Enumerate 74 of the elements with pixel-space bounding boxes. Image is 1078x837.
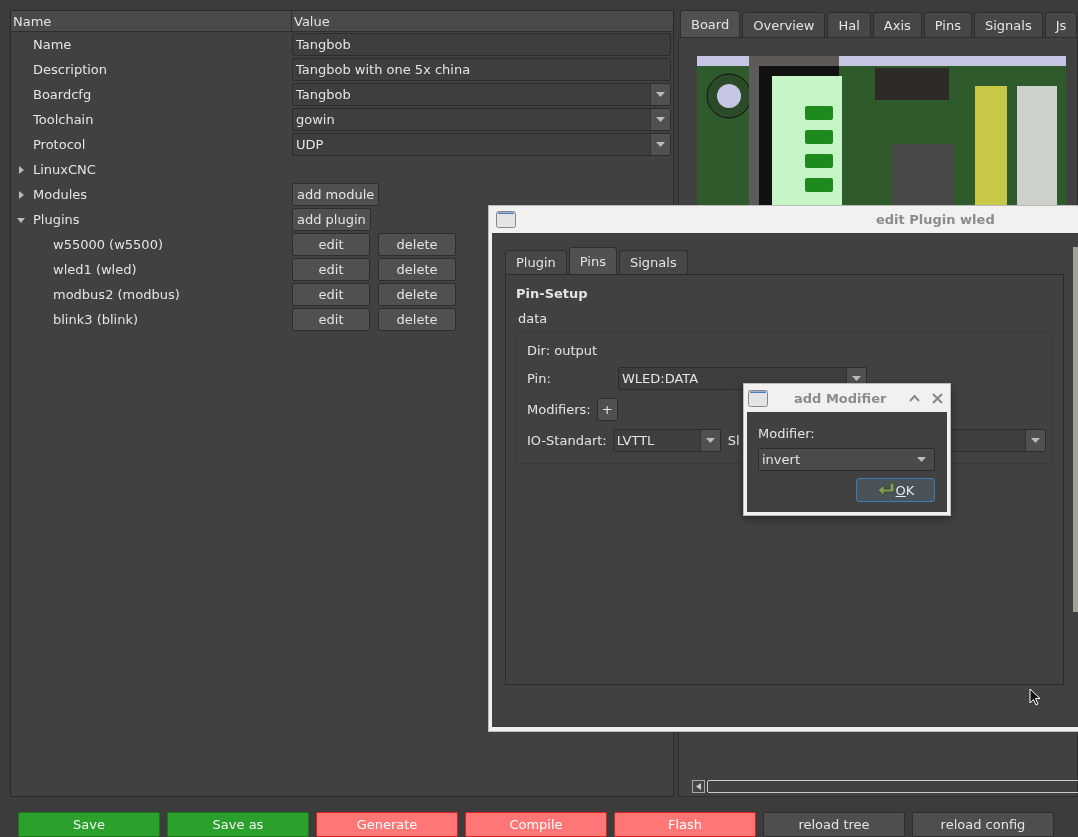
dropdown-arrow-icon: [917, 457, 926, 462]
tree-item-label[interactable]: wled1 (wled): [53, 262, 137, 277]
tree-item-label[interactable]: Modules: [33, 187, 88, 202]
row-action-button[interactable]: delete: [378, 308, 456, 331]
window-icon: [496, 211, 516, 228]
tree-item-label[interactable]: Boardcfg: [33, 87, 92, 102]
dropdown-arrow-icon: [656, 92, 665, 97]
tree-item-label[interactable]: LinuxCNC: [33, 162, 96, 177]
row-action-button[interactable]: delete: [378, 283, 456, 306]
tab[interactable]: Pins: [923, 12, 972, 37]
pin-name: data: [518, 311, 549, 328]
mouse-cursor-icon: [1029, 688, 1041, 707]
tab[interactable]: Signals: [973, 12, 1043, 37]
scroll-left-icon[interactable]: [696, 783, 701, 790]
tab[interactable]: Overview: [742, 12, 826, 37]
add-button[interactable]: add module: [292, 183, 380, 206]
tab[interactable]: Pins: [568, 247, 617, 274]
maximize-icon[interactable]: [909, 394, 920, 402]
tree-item-label[interactable]: Name: [33, 37, 72, 52]
action-button[interactable]: reload tree: [763, 812, 905, 837]
dropdown-arrow-icon: [656, 142, 665, 147]
row-action-button[interactable]: edit: [292, 308, 370, 331]
tree-item-label[interactable]: Description: [33, 62, 108, 77]
direction-label: Dir: output: [527, 343, 599, 360]
row-action-button[interactable]: edit: [292, 233, 370, 256]
window-title: edit Plugin wled: [876, 212, 995, 227]
tree-item-label[interactable]: Protocol: [33, 137, 86, 152]
modifier-dropdown[interactable]: invert: [758, 448, 935, 471]
tree-item-label[interactable]: modbus2 (modbus): [53, 287, 180, 302]
expand-icon[interactable]: [17, 165, 25, 174]
dropdown[interactable]: gowin: [292, 108, 671, 131]
tree-item-label[interactable]: blink3 (blink): [53, 312, 139, 327]
dropdown[interactable]: Tangbob: [292, 83, 671, 106]
column-header[interactable]: Name: [11, 11, 292, 31]
ok-button[interactable]: OK: [856, 478, 935, 502]
text-field[interactable]: Tangbob with one 5x china: [292, 58, 671, 81]
collapse-icon[interactable]: [17, 215, 25, 224]
slew-label: Sl: [727, 433, 740, 448]
tree-item-label[interactable]: w55000 (w5500): [53, 237, 163, 252]
modifier-label: Modifier:: [758, 424, 816, 443]
horizontal-scrollbar[interactable]: [692, 780, 1078, 793]
add-modifier-button[interactable]: +: [596, 398, 618, 421]
row-action-button[interactable]: delete: [378, 233, 456, 256]
dropdown[interactable]: UDP: [292, 133, 671, 156]
tab[interactable]: Board: [680, 10, 741, 37]
pin-label: Pin:: [527, 371, 552, 386]
row-action-button[interactable]: delete: [378, 258, 456, 281]
expand-icon[interactable]: [17, 190, 25, 199]
io-standard-dropdown[interactable]: LVTTL: [612, 429, 721, 452]
dropdown-arrow-icon: [656, 117, 665, 122]
tab[interactable]: Axis: [872, 12, 922, 37]
add-button[interactable]: add plugin: [292, 208, 371, 231]
action-button[interactable]: reload config: [912, 812, 1054, 837]
text-field[interactable]: Tangbob: [292, 33, 671, 56]
tab[interactable]: Signals: [619, 250, 688, 274]
tree-item-label[interactable]: Toolchain: [33, 112, 94, 127]
window-title: add Modifier: [794, 390, 888, 406]
dropdown-arrow-icon: [852, 376, 861, 381]
tree-item-label[interactable]: Plugins: [33, 212, 80, 227]
io-standard-label: IO-Standart:: [527, 433, 607, 448]
tab[interactable]: Hal: [827, 12, 871, 37]
column-header[interactable]: Value: [292, 11, 330, 31]
enter-arrow-icon: [876, 482, 895, 498]
vertical-scrollbar[interactable]: [1073, 247, 1078, 612]
window-icon: [748, 389, 768, 407]
modifiers-label: Modifiers:: [527, 402, 591, 417]
dropdown-arrow-icon: [1030, 438, 1040, 443]
tab[interactable]: Plugin: [505, 250, 567, 274]
close-icon[interactable]: [932, 392, 943, 404]
dropdown-arrow-icon: [705, 438, 715, 443]
row-action-button[interactable]: edit: [292, 283, 370, 306]
section-heading: Pin-Setup: [516, 286, 589, 303]
tab[interactable]: Js: [1044, 12, 1078, 37]
row-action-button[interactable]: edit: [292, 258, 370, 281]
